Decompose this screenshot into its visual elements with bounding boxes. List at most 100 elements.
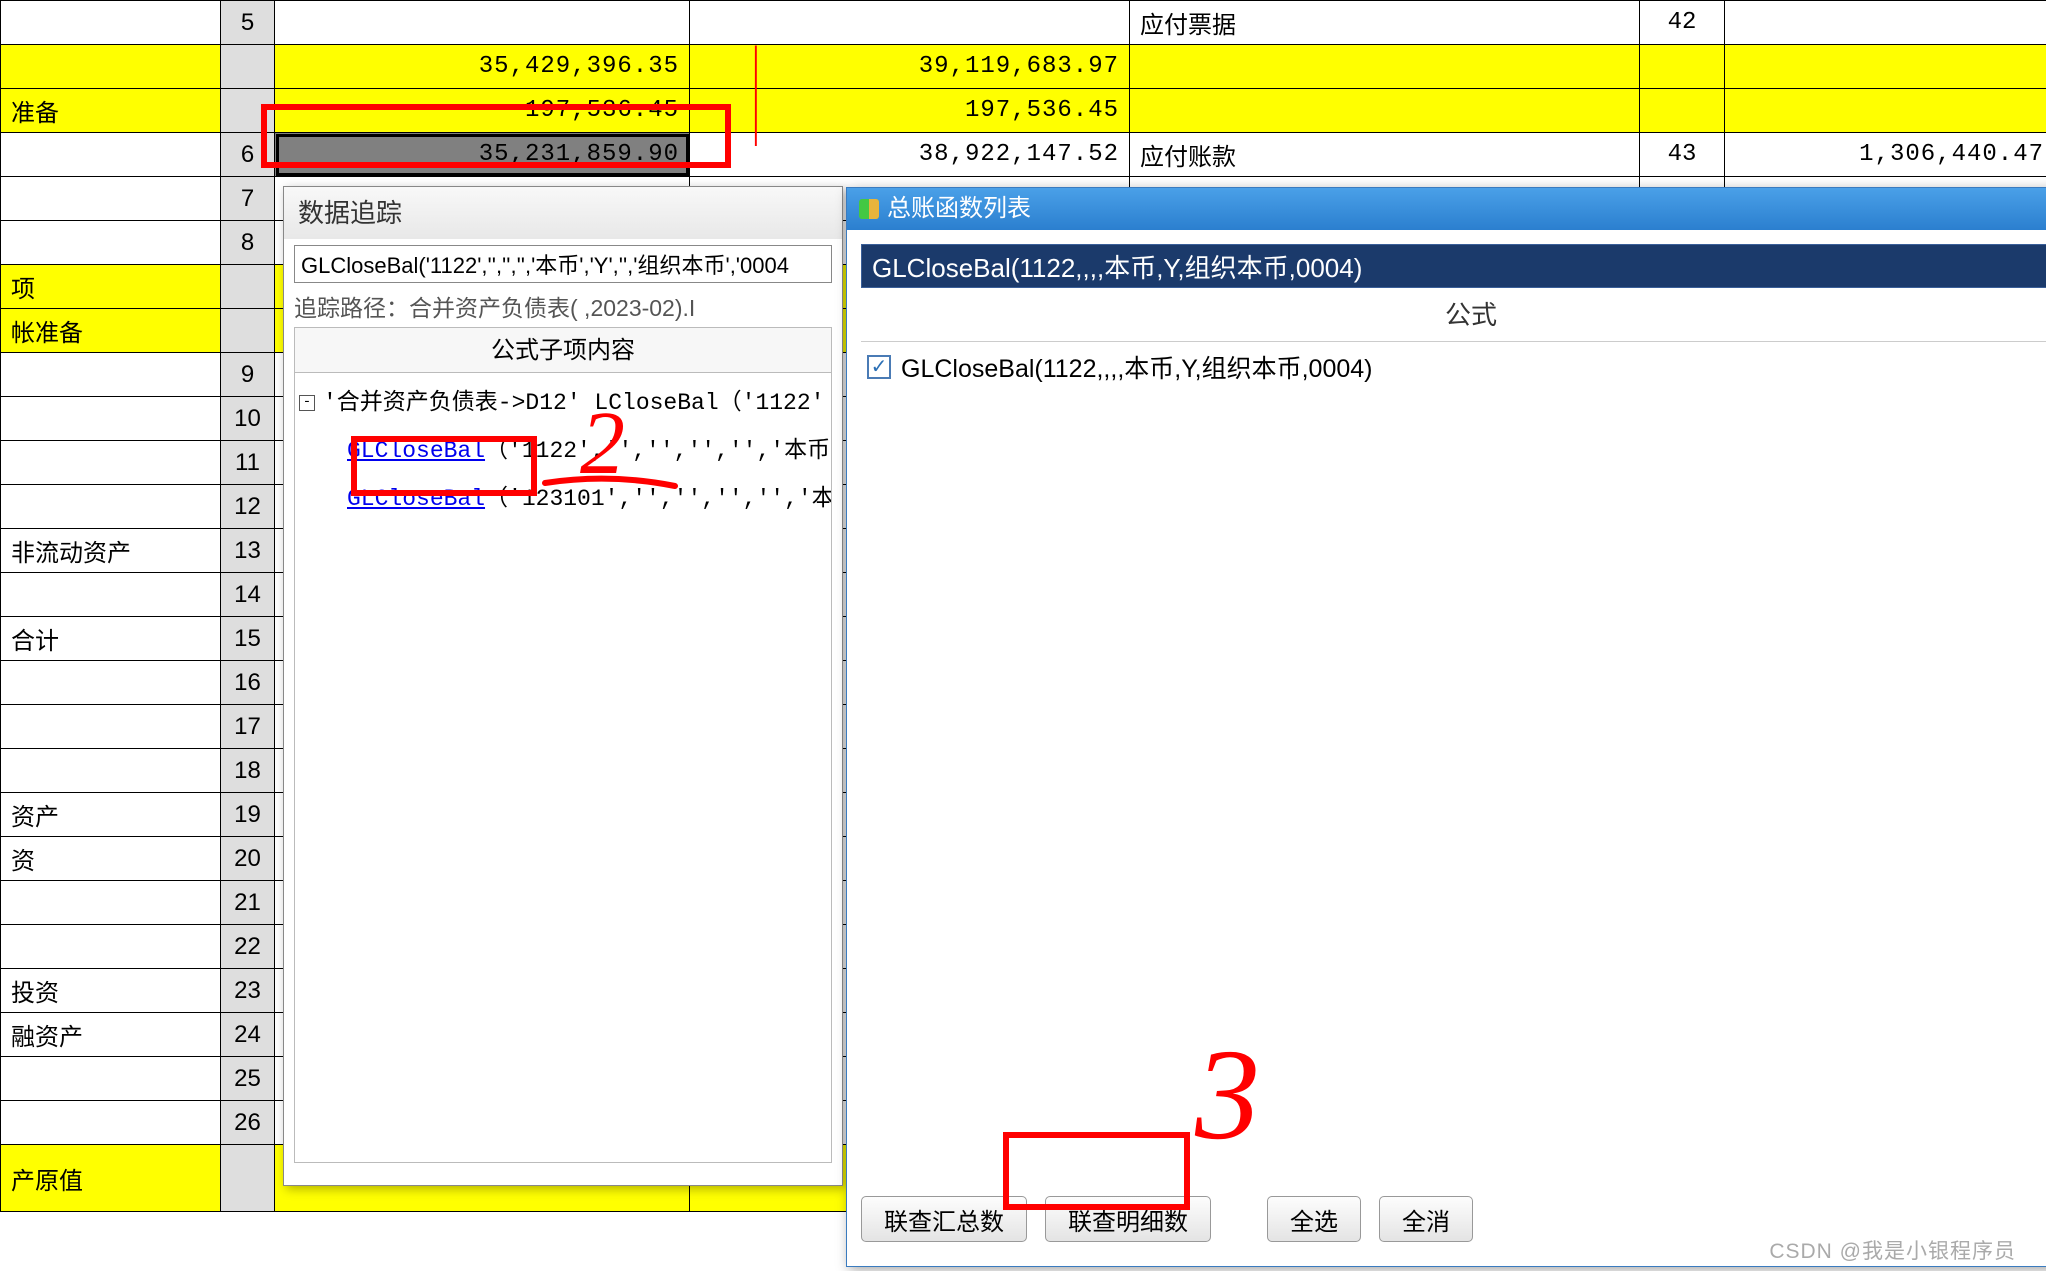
trace-path-label: 追踪路径： <box>294 295 409 321</box>
row-label-cell[interactable] <box>1 573 221 617</box>
dialog-titlebar[interactable]: 总账函数列表 <box>847 188 2046 230</box>
row-label-cell[interactable]: 融资产 <box>1 1013 221 1057</box>
row-label-cell[interactable] <box>1 881 221 925</box>
label-cell-d[interactable] <box>1130 45 1640 89</box>
gl-function-list-dialog[interactable]: 总账函数列表 GLCloseBal(1122,,,,本币,Y,组织本币,0004… <box>846 187 2046 1267</box>
row-number-cell[interactable]: 25 <box>221 1057 275 1101</box>
row-label-cell[interactable] <box>1 353 221 397</box>
index-cell-e[interactable]: 43 <box>1640 133 1725 177</box>
row-label-cell[interactable] <box>1 441 221 485</box>
formula-input[interactable] <box>294 245 832 283</box>
row-label-cell[interactable] <box>1 1 221 45</box>
row-number-cell[interactable]: 17 <box>221 705 275 749</box>
label-cell-d[interactable]: 应付票据 <box>1130 1 1640 45</box>
row-number-cell[interactable] <box>221 89 275 133</box>
app-icon <box>859 199 879 219</box>
row-label-cell[interactable]: 投资 <box>1 969 221 1013</box>
row-label-cell[interactable] <box>1 221 221 265</box>
tree-header: 公式子项内容 <box>294 327 832 373</box>
row-label-cell[interactable]: 产原值 <box>1 1145 221 1212</box>
checkbox-checked-icon[interactable]: ✓ <box>867 355 891 379</box>
row-label-cell[interactable]: 帐准备 <box>1 309 221 353</box>
label-cell-d[interactable]: 应付账款 <box>1130 133 1640 177</box>
row-number-cell[interactable]: 19 <box>221 793 275 837</box>
tree-root[interactable]: -'合并资产负债表->D12' LCloseBal（'1122' <box>299 379 827 427</box>
row-number-cell[interactable]: 9 <box>221 353 275 397</box>
row-number-cell[interactable]: 18 <box>221 749 275 793</box>
collapse-icon[interactable]: - <box>299 395 315 411</box>
row-label-cell[interactable]: 项 <box>1 265 221 309</box>
row-label-cell[interactable]: 非流动资产 <box>1 529 221 573</box>
query-summary-button[interactable]: 联查汇总数 <box>861 1196 1027 1242</box>
row-number-cell[interactable]: 10 <box>221 397 275 441</box>
row-number-cell[interactable]: 8 <box>221 221 275 265</box>
row-number-cell[interactable]: 5 <box>221 1 275 45</box>
row-number-cell[interactable]: 20 <box>221 837 275 881</box>
value-cell-b[interactable]: 197,536.45 <box>275 89 690 133</box>
dialog-title[interactable]: 数据追踪 <box>284 187 842 239</box>
value-cell-f[interactable] <box>1725 89 2046 133</box>
value-cell-c[interactable] <box>690 1 1130 45</box>
row-label-cell[interactable] <box>1 925 221 969</box>
value-cell-f[interactable] <box>1725 1 2046 45</box>
row-number-cell[interactable]: 15 <box>221 617 275 661</box>
row-number-cell[interactable]: 24 <box>221 1013 275 1057</box>
value-cell-b[interactable] <box>275 1 690 45</box>
trace-path-value: 合并资产负债表( ,2023-02).I <box>409 295 695 321</box>
value-cell-c[interactable]: 197,536.45 <box>690 89 1130 133</box>
row-number-cell[interactable]: 11 <box>221 441 275 485</box>
row-number-cell[interactable]: 6 <box>221 133 275 177</box>
data-trace-dialog[interactable]: 数据追踪 追踪路径：合并资产负债表( ,2023-02).I 公式子项内容 -'… <box>283 186 843 1186</box>
row-label-cell[interactable] <box>1 749 221 793</box>
index-cell-e[interactable] <box>1640 45 1725 89</box>
list-item[interactable]: ✓ GLCloseBal(1122,,,,本币,Y,组织本币,0004) <box>861 342 2046 392</box>
row-number-cell[interactable] <box>221 1145 275 1212</box>
row-number-cell[interactable]: 23 <box>221 969 275 1013</box>
row-label-cell[interactable]: 合计 <box>1 617 221 661</box>
deselect-all-button[interactable]: 全消 <box>1379 1196 1473 1242</box>
row-label-cell[interactable] <box>1 133 221 177</box>
query-detail-button[interactable]: 联查明细数 <box>1045 1196 1211 1242</box>
row-number-cell[interactable]: 7 <box>221 177 275 221</box>
list-header: 公式 <box>861 288 2046 342</box>
value-cell-c[interactable]: 39,119,683.97 <box>690 45 1130 89</box>
row-label-cell[interactable] <box>1 177 221 221</box>
row-label-cell[interactable] <box>1 661 221 705</box>
value-cell-f[interactable]: 1,306,440.47 <box>1725 133 2046 177</box>
dialog-title-text: 总账函数列表 <box>887 188 1031 230</box>
row-number-cell[interactable]: 26 <box>221 1101 275 1145</box>
list-item-text: GLCloseBal(1122,,,,本币,Y,组织本币,0004) <box>901 349 1373 385</box>
row-number-cell[interactable] <box>221 45 275 89</box>
function-link[interactable]: GLCloseBal <box>347 486 485 512</box>
value-cell-c[interactable]: 38,922,147.52 <box>690 133 1130 177</box>
tree-root-text: '合并资产负债表->D12' LCloseBal（'1122' <box>323 390 824 416</box>
row-number-cell[interactable]: 12 <box>221 485 275 529</box>
select-all-button[interactable]: 全选 <box>1267 1196 1361 1242</box>
value-cell-b[interactable]: 35,231,859.90 <box>275 133 690 177</box>
function-link[interactable]: GLCloseBal <box>347 438 485 464</box>
function-select[interactable]: GLCloseBal(1122,,,,本币,Y,组织本币,0004) <box>861 244 2046 288</box>
annotation-underline-2 <box>540 468 680 498</box>
row-label-cell[interactable] <box>1 485 221 529</box>
row-number-cell[interactable]: 16 <box>221 661 275 705</box>
index-cell-e[interactable]: 42 <box>1640 1 1725 45</box>
row-label-cell[interactable]: 资 <box>1 837 221 881</box>
row-label-cell[interactable] <box>1 1101 221 1145</box>
value-cell-f[interactable] <box>1725 45 2046 89</box>
row-number-cell[interactable] <box>221 265 275 309</box>
row-number-cell[interactable]: 13 <box>221 529 275 573</box>
row-label-cell[interactable]: 资产 <box>1 793 221 837</box>
index-cell-e[interactable] <box>1640 89 1725 133</box>
row-number-cell[interactable]: 21 <box>221 881 275 925</box>
row-label-cell[interactable] <box>1 45 221 89</box>
label-cell-d[interactable] <box>1130 89 1640 133</box>
row-label-cell[interactable] <box>1 1057 221 1101</box>
row-label-cell[interactable] <box>1 397 221 441</box>
row-number-cell[interactable]: 22 <box>221 925 275 969</box>
row-label-cell[interactable]: 准备 <box>1 89 221 133</box>
row-number-cell[interactable]: 14 <box>221 573 275 617</box>
row-number-cell[interactable] <box>221 309 275 353</box>
row-label-cell[interactable] <box>1 705 221 749</box>
value-cell-b[interactable]: 35,429,396.35 <box>275 45 690 89</box>
function-list[interactable]: ✓ GLCloseBal(1122,,,,本币,Y,组织本币,0004) <box>861 342 2046 1097</box>
